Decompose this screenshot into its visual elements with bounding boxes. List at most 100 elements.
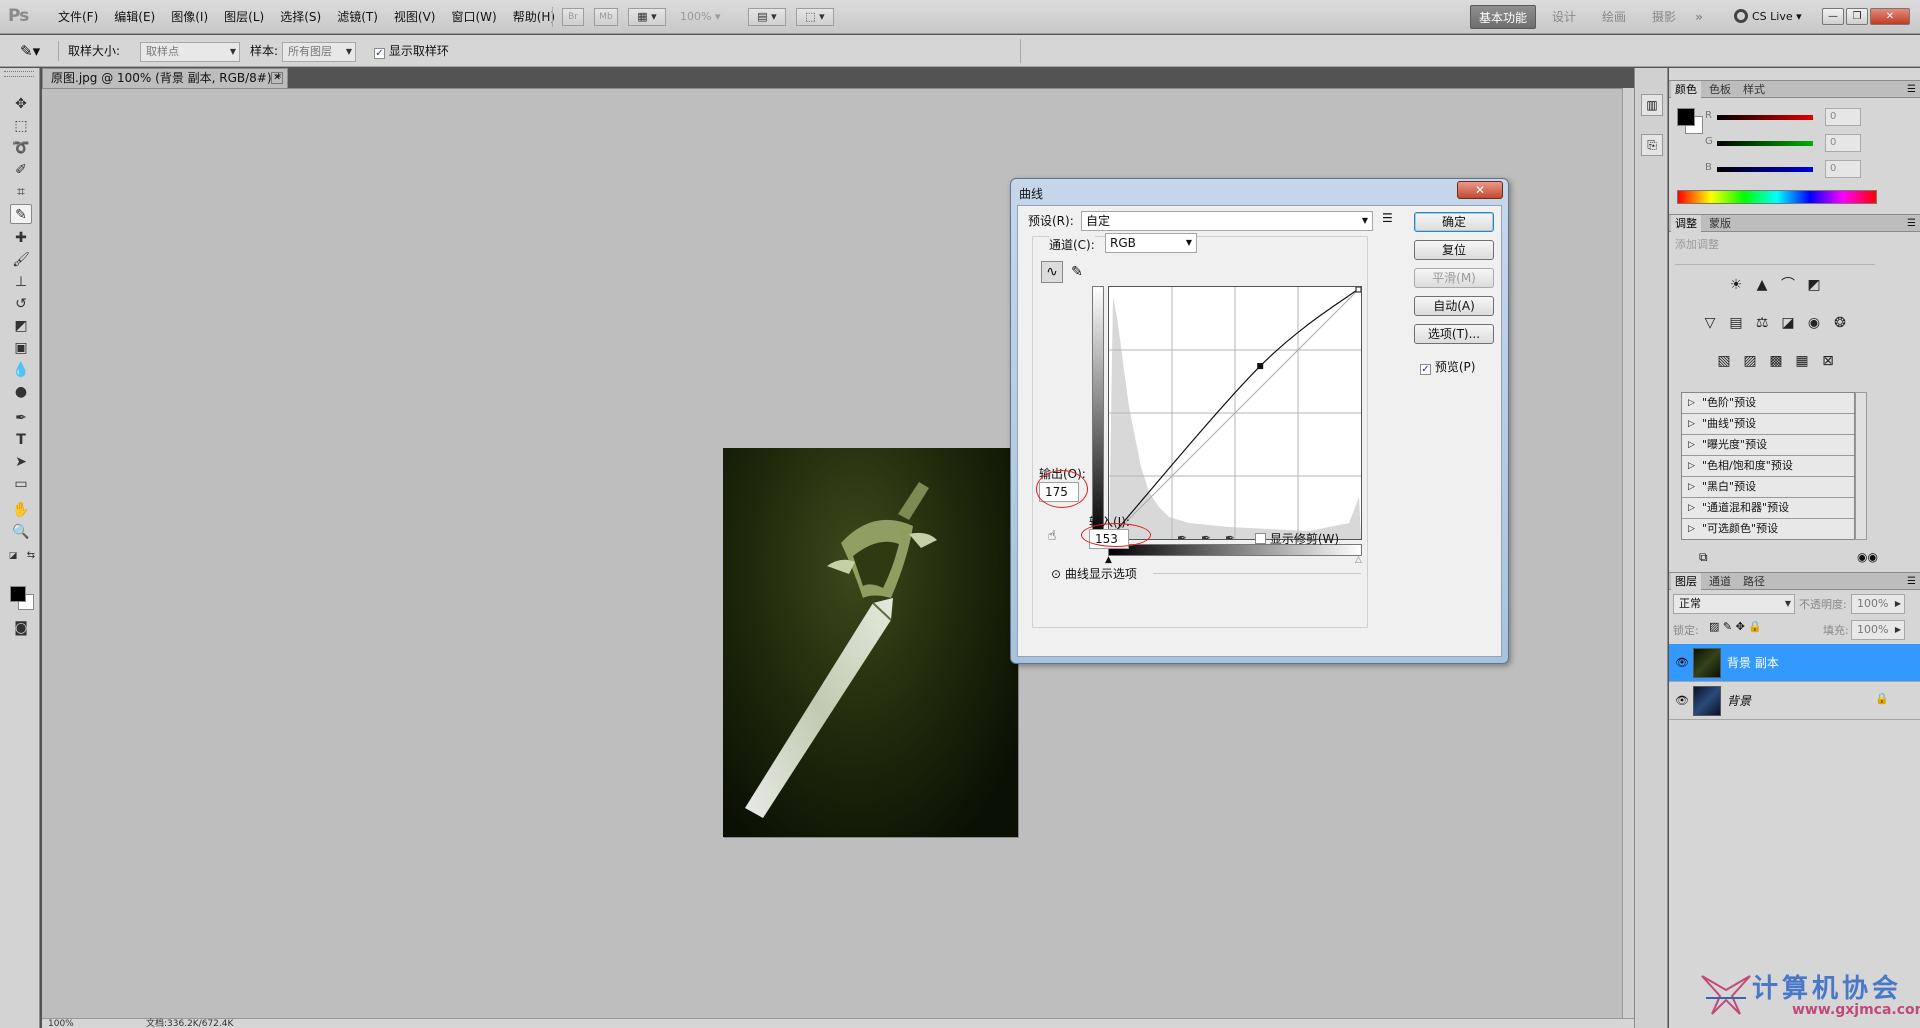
pen-tool-icon[interactable]: ✒ (10, 408, 32, 428)
healing-brush-tool-icon[interactable]: ✚ (10, 228, 32, 248)
show-sampling-ring-checkbox[interactable]: ✓ (374, 48, 385, 59)
menu-view[interactable]: 视图(V) (386, 0, 444, 34)
clip-to-layer-icon[interactable]: ⧉ (1699, 550, 1708, 565)
color-balance-icon[interactable]: ⚖ (1751, 312, 1773, 334)
view-extras-button[interactable]: ▦ ▾ (628, 8, 666, 26)
posterize-icon[interactable]: ▨ (1739, 350, 1761, 372)
tab-swatches[interactable]: 色板 (1705, 81, 1735, 98)
white-point-slider[interactable]: △ (1355, 555, 1362, 565)
tab-masks[interactable]: 蒙版 (1705, 215, 1735, 232)
eyedropper-tool-icon[interactable]: ✎▾ (20, 35, 40, 67)
tab-paths[interactable]: 路径 (1739, 573, 1769, 590)
sample-select[interactable]: 所有图层 ▼ (282, 42, 356, 62)
eraser-tool-icon[interactable]: ◩ (10, 316, 32, 336)
zoom-level-select[interactable]: 100% ▾ (680, 8, 738, 26)
blur-tool-icon[interactable]: 💧 (10, 360, 32, 380)
white-point-eyedropper-icon[interactable]: ✒ (1221, 529, 1239, 547)
quick-mask-icon[interactable]: ◙ (10, 618, 32, 638)
list-item[interactable]: ▷ "曲线"预设 (1682, 414, 1854, 435)
channel-mixer-icon[interactable]: ❂ (1829, 312, 1851, 334)
screen-mode-button[interactable]: ⬚ ▾ (796, 8, 834, 26)
color-panel-foreground-swatch[interactable] (1677, 108, 1695, 126)
cs-live-button[interactable]: CS Live ▾ (1734, 5, 1802, 29)
vibrance-icon[interactable]: ▽ (1699, 312, 1721, 334)
show-sampling-ring-option[interactable]: ✓ 显示取样环 (374, 35, 449, 67)
history-brush-tool-icon[interactable]: ↺ (10, 294, 32, 314)
threshold-icon[interactable]: ▩ (1765, 350, 1787, 372)
fill-field[interactable]: 100% ▶ (1851, 620, 1905, 640)
path-selection-tool-icon[interactable]: ➤ (10, 452, 32, 472)
foreground-color-swatch[interactable] (10, 586, 26, 602)
color-spectrum-bar[interactable] (1677, 190, 1877, 204)
close-window-button[interactable]: ✕ (1870, 8, 1910, 25)
green-slider-track[interactable] (1717, 141, 1813, 146)
menu-window[interactable]: 窗口(W) (443, 0, 504, 34)
pencil-draw-tool-icon[interactable]: ✎ (1066, 261, 1088, 283)
curve-display-options-toggle[interactable]: ⊙ 曲线显示选项 (1051, 565, 1137, 582)
workspace-photography[interactable]: 摄影 (1642, 5, 1686, 29)
photo-filter-icon[interactable]: ◉ (1803, 312, 1825, 334)
black-white-icon[interactable]: ◪ (1777, 312, 1799, 334)
levels-icon[interactable]: ▲ (1751, 274, 1773, 296)
selective-color-icon[interactable]: ⊠ (1817, 350, 1839, 372)
curve-graph[interactable] (1108, 286, 1362, 540)
auto-button[interactable]: 自动(A) (1414, 296, 1494, 316)
panel-menu-icon[interactable]: ☰ (1907, 81, 1916, 98)
visibility-eye-icon[interactable]: 👁 (1675, 656, 1689, 669)
green-value-field[interactable]: 0 (1825, 134, 1861, 152)
document-tab[interactable]: 原图.jpg @ 100% (背景 副本, RGB/8#) * ✕ (42, 68, 288, 88)
tab-styles[interactable]: 样式 (1739, 81, 1769, 98)
blue-slider-track[interactable] (1717, 167, 1813, 172)
clone-stamp-tool-icon[interactable]: ⊥ (10, 272, 32, 292)
quick-selection-tool-icon[interactable]: ✐ (10, 160, 32, 180)
list-item[interactable]: ▷ "黑白"预设 (1682, 477, 1854, 498)
shape-tool-icon[interactable]: ▭ (10, 474, 32, 494)
menu-layer[interactable]: 图层(L) (216, 0, 272, 34)
panel-menu-icon[interactable]: ☰ (1907, 573, 1916, 590)
preview-checkbox[interactable]: ✓ (1420, 364, 1431, 375)
presets-scrollbar[interactable] (1855, 392, 1867, 540)
menu-select[interactable]: 选择(S) (272, 0, 329, 34)
crop-tool-icon[interactable]: ⌗ (10, 182, 32, 202)
workspace-design[interactable]: 设计 (1542, 5, 1586, 29)
adjustment-options-icon[interactable]: ◉◉ (1857, 550, 1878, 564)
mini-bridge-button[interactable]: Mb (594, 8, 618, 26)
canvas-vertical-scrollbar[interactable] (1622, 88, 1634, 1018)
eyedropper-tool-icon[interactable]: ✎ (10, 204, 32, 224)
options-button[interactable]: 选项(T)... (1414, 324, 1494, 344)
status-zoom[interactable]: 100% (48, 1019, 74, 1028)
curve-control-point[interactable] (1355, 286, 1362, 293)
bridge-button[interactable]: Br (562, 8, 584, 26)
on-image-adjust-icon[interactable]: ☝ (1041, 525, 1063, 547)
hand-tool-icon[interactable]: ✋ (10, 500, 32, 520)
hue-saturation-icon[interactable]: ▤ (1725, 312, 1747, 334)
menu-help[interactable]: 帮助(H) (505, 0, 563, 34)
history-panel-icon[interactable]: ⎘ (1641, 134, 1663, 156)
menu-file[interactable]: 文件(F) (50, 0, 106, 34)
tab-adjustments[interactable]: 调整 (1671, 215, 1701, 232)
channel-select[interactable]: RGB ▼ (1105, 233, 1197, 253)
arrange-documents-button[interactable]: ▤ ▾ (748, 8, 786, 26)
menu-edit[interactable]: 编辑(E) (106, 0, 163, 34)
list-item[interactable]: ▷ "色相/饱和度"预设 (1682, 456, 1854, 477)
tab-layers[interactable]: 图层 (1671, 573, 1701, 590)
show-clipping-checkbox[interactable] (1255, 533, 1266, 544)
brush-tool-icon[interactable]: 🖌 (10, 250, 32, 270)
gradient-map-icon[interactable]: ▦ (1791, 350, 1813, 372)
tab-channels[interactable]: 通道 (1705, 573, 1735, 590)
list-item[interactable]: ▷ "色阶"预设 (1682, 393, 1854, 414)
dialog-close-button[interactable]: ✕ (1457, 181, 1503, 199)
black-point-slider[interactable]: ▲ (1105, 555, 1112, 565)
red-slider-track[interactable] (1717, 115, 1813, 120)
layer-row-background[interactable]: 👁 背景 🔒 (1669, 682, 1920, 720)
curve-point-tool-icon[interactable]: ∿ (1041, 261, 1063, 283)
ok-button[interactable]: 确定 (1414, 212, 1494, 232)
list-item[interactable]: ▷ "曝光度"预设 (1682, 435, 1854, 456)
preview-option[interactable]: ✓ 预览(P) (1420, 358, 1475, 375)
document-image[interactable] (723, 448, 1018, 837)
smooth-button[interactable]: 平滑(M) (1414, 268, 1494, 288)
opacity-field[interactable]: 100% ▶ (1851, 594, 1905, 614)
dodge-tool-icon[interactable]: ● (10, 382, 32, 402)
lock-options-icon[interactable]: ▨ ✎ ✥ 🔒 (1709, 620, 1762, 633)
swap-colors-icon[interactable]: ⇆ (24, 546, 38, 566)
